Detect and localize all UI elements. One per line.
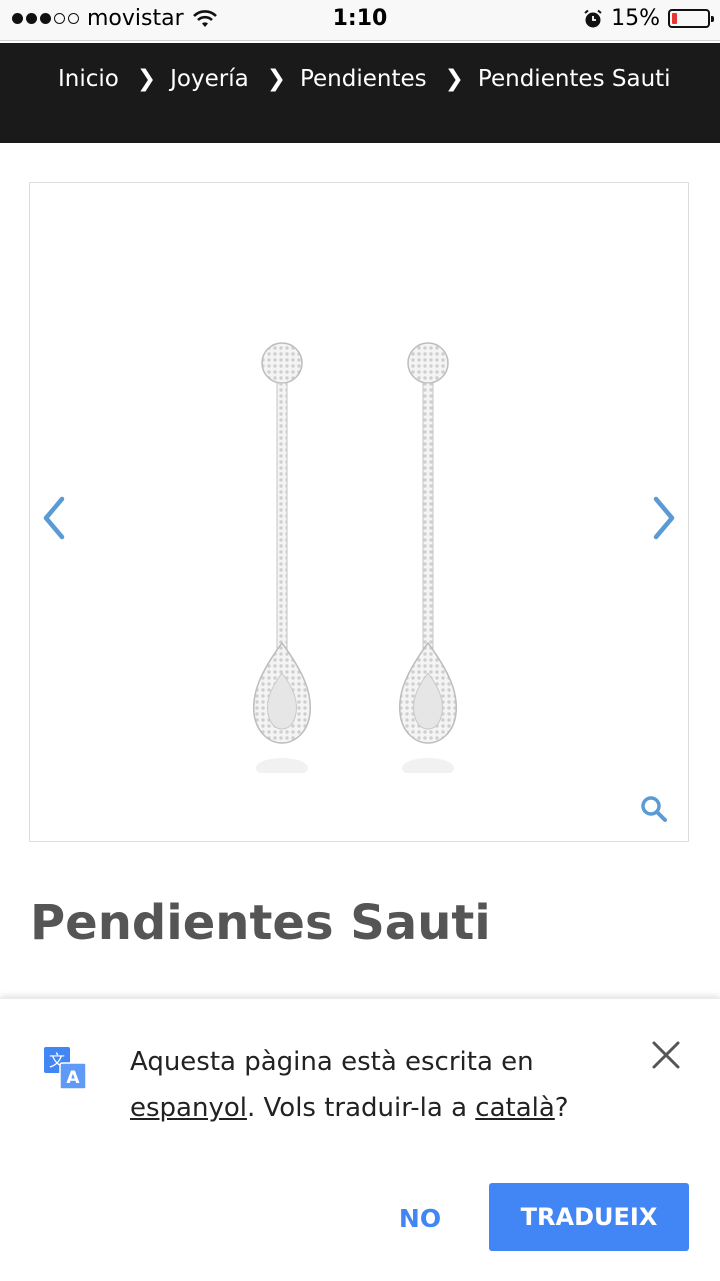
translate-message: Aquesta pàgina està escrita en espanyol.…	[130, 1047, 569, 1123]
chevron-right-icon: ❯	[136, 66, 157, 92]
battery-percent: 15%	[611, 6, 660, 31]
chevron-right-icon: ❯	[444, 66, 464, 92]
zoom-icon[interactable]	[640, 795, 668, 823]
target-language-link[interactable]: català	[475, 1093, 555, 1123]
breadcrumb: Inicio ❯ Joyería ❯ Pendientes ❯ Pendientes Sau…	[0, 43, 720, 143]
chevron-left-icon[interactable]	[36, 493, 72, 543]
battery-icon	[668, 9, 714, 28]
breadcrumb-inicio[interactable]: Inicio	[58, 66, 119, 92]
breadcrumb-pendientes[interactable]: Pendientes	[300, 66, 427, 92]
product-gallery	[29, 182, 689, 842]
alarm-icon	[584, 9, 602, 27]
translate-icon: 文 A	[44, 1047, 86, 1089]
svg-text:A: A	[66, 1068, 80, 1088]
close-icon[interactable]	[650, 1039, 682, 1071]
chevron-right-icon[interactable]	[646, 493, 682, 543]
breadcrumb-current: Pendientes Sauti	[477, 66, 671, 92]
status-bar: movistar 1:10 15%	[0, 0, 720, 41]
product-title: Pendientes Sauti	[30, 895, 491, 951]
translate-bar: 文 A Aquesta pàgina està escrita en espan…	[0, 998, 720, 1281]
no-button[interactable]: NO	[380, 1183, 460, 1253]
breadcrumb-joyeria[interactable]: Joyería	[170, 66, 249, 92]
source-language-link[interactable]: espanyol	[130, 1093, 247, 1123]
translate-button[interactable]: TRADUEIX	[489, 1183, 689, 1251]
chevron-right-icon: ❯	[266, 66, 286, 92]
earrings-image	[252, 342, 458, 773]
